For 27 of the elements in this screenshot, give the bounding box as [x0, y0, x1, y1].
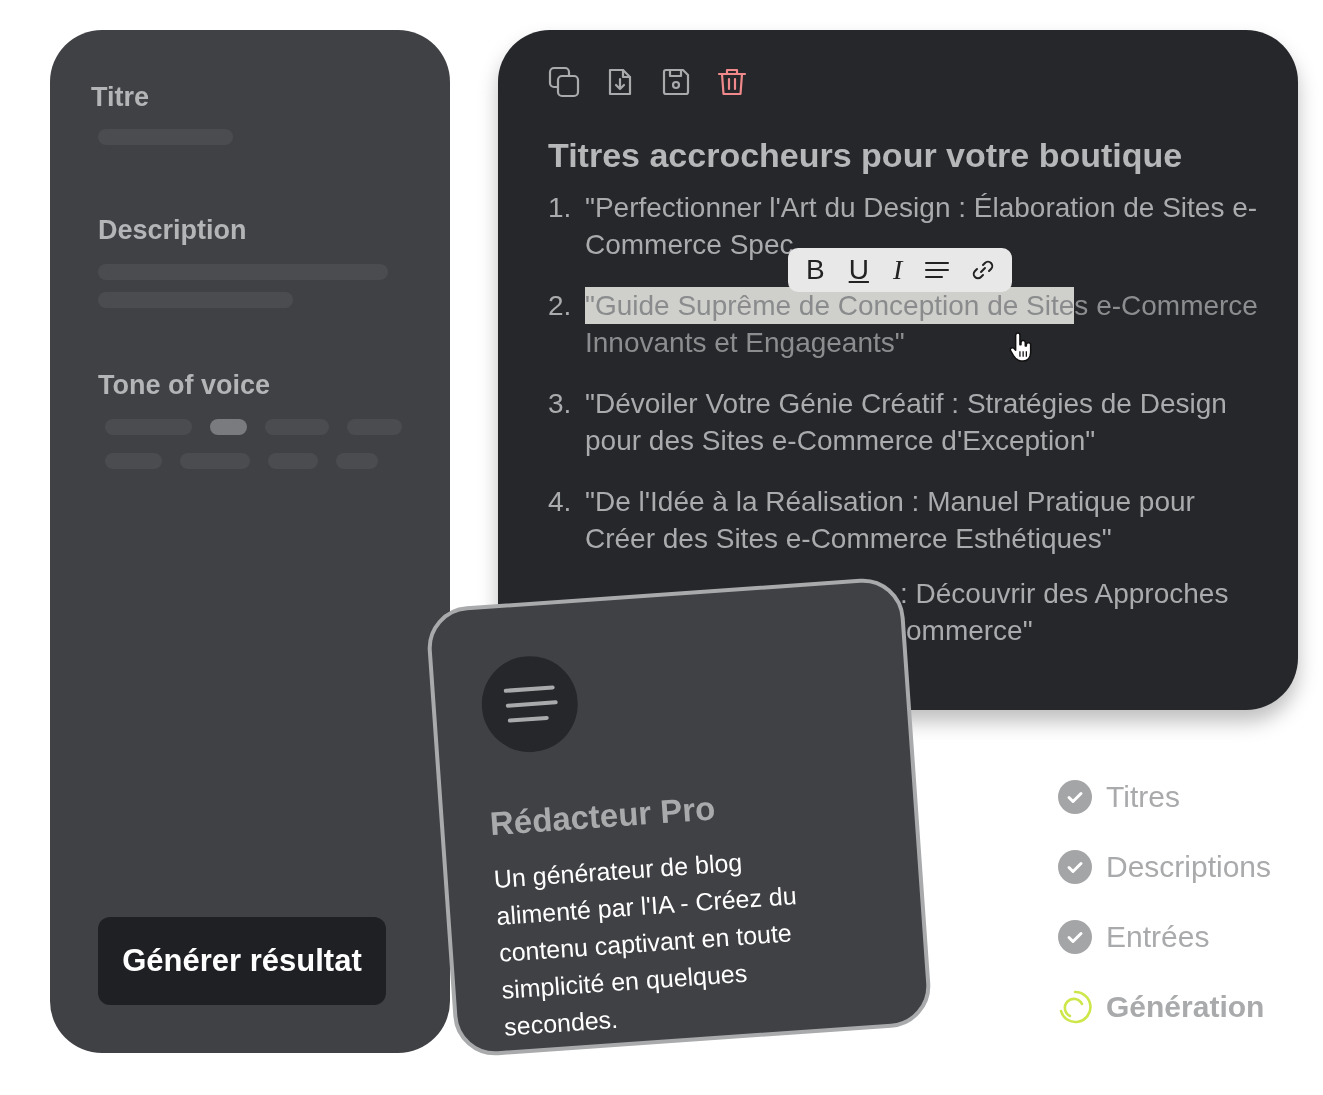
- step-label: Génération: [1106, 990, 1265, 1024]
- tone-chip[interactable]: [210, 419, 248, 435]
- list-number: 3.: [548, 387, 573, 421]
- generate-button[interactable]: Générer résultat: [98, 917, 386, 1005]
- result-text: Innovants et Engageants": [585, 327, 905, 358]
- card-title: Rédacteur Pro: [488, 788, 718, 844]
- results-title: Titres accrocheurs pour votre boutique: [548, 136, 1184, 175]
- step-label: Descriptions: [1106, 850, 1272, 884]
- result-text: ommerce": [905, 614, 1033, 648]
- result-text: "De l'Idée à la Réalisation : Manuel Pratique pour Créer des Sites e-Commerce Esthétiques": [585, 486, 1195, 554]
- result-text: : Découvrir des Approches: [900, 577, 1229, 611]
- save-icon[interactable]: [660, 66, 692, 98]
- result-text: s e-Commerce: [1074, 290, 1258, 321]
- hand-pointer-icon: [1008, 332, 1034, 362]
- list-number: 2.: [548, 289, 573, 323]
- copy-icon[interactable]: [548, 66, 580, 98]
- result-text: "Dévoiler Votre Génie Créatif : Stratégies de Design pour des Sites e-Commerce d'Exception": [585, 388, 1227, 456]
- list-number: 4.: [548, 485, 573, 519]
- card-description: Un générateur de blog alimenté par l'IA - Créez du contenu captivant en toute simplicité en quelques secondes.: [492, 846, 799, 1043]
- step-label: Titres: [1106, 780, 1180, 814]
- field-label: Description: [98, 215, 248, 246]
- selected-text: "Guide Suprême de Conception de Site: [585, 287, 1075, 324]
- field-label: Tone of voice: [98, 370, 272, 401]
- list-number: 1.: [548, 191, 573, 225]
- delete-icon[interactable]: [716, 66, 748, 98]
- field-label: Titre: [91, 82, 151, 113]
- step-label: Entrées: [1106, 920, 1210, 954]
